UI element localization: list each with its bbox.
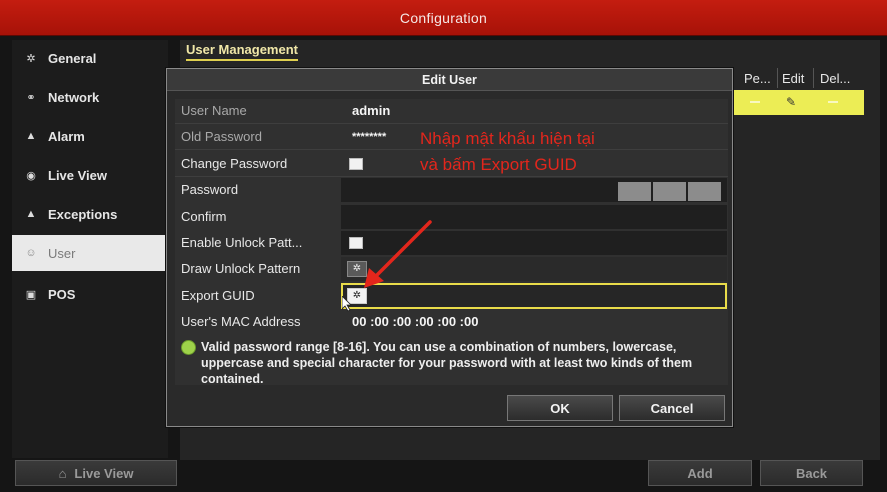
annotation-line-1: Nhập mật khẩu hiện tại xyxy=(420,129,595,148)
sidebar-item-label: Alarm xyxy=(48,128,85,144)
user-icon: ☺ xyxy=(25,247,37,259)
edit-user-dialog: Edit User User Name admin Old Password *… xyxy=(166,68,733,427)
row-draw-unlock: Draw Unlock Pattern ✲ xyxy=(175,256,728,282)
column-divider xyxy=(777,68,778,88)
export-guid-highlight xyxy=(341,283,727,309)
alarm-icon: ▲ xyxy=(25,130,37,142)
enable-unlock-checkbox[interactable] xyxy=(349,237,363,249)
mouse-cursor-icon xyxy=(342,296,352,312)
user-name-value: admin xyxy=(352,103,391,118)
sidebar-item-live-view[interactable]: ◉ Live View xyxy=(12,157,168,193)
sidebar-item-label: Network xyxy=(48,89,100,105)
strength-bar-medium xyxy=(653,182,686,201)
live-view-button-label: Live View xyxy=(74,465,134,481)
row-confirm: Confirm xyxy=(175,204,728,230)
row-mac-address: User's MAC Address 00 :00 :00 :00 :00 :0… xyxy=(175,309,728,335)
home-icon: ⌂ xyxy=(58,465,67,481)
column-header-delete: Del... xyxy=(820,71,851,86)
eye-icon: ◉ xyxy=(26,169,36,182)
draw-unlock-label: Draw Unlock Pattern xyxy=(181,261,301,276)
mac-address-label: User's MAC Address xyxy=(181,314,301,329)
delete-placeholder xyxy=(828,101,838,103)
user-name-label: User Name xyxy=(181,103,247,118)
password-hint: Valid password range [8-16]. You can use… xyxy=(181,339,721,387)
column-header-permission: Pe... xyxy=(744,71,771,86)
confirm-input[interactable] xyxy=(341,205,727,229)
export-guid-label: Export GUID xyxy=(181,288,255,303)
live-view-button[interactable]: ⌂ Live View xyxy=(15,460,177,486)
row-password: Password xyxy=(175,177,728,203)
table-row[interactable]: ✎ xyxy=(728,90,864,115)
ok-button[interactable]: OK xyxy=(507,395,613,421)
sidebar: ✲ General ⚭ Network ▲ Alarm ◉ Live View … xyxy=(12,40,168,458)
cancel-button[interactable]: Cancel xyxy=(619,395,725,421)
sidebar-item-label: User xyxy=(48,245,76,261)
pos-icon: ▣ xyxy=(25,288,37,301)
sidebar-item-label: General xyxy=(48,50,97,66)
confirm-label: Confirm xyxy=(181,209,227,224)
password-label: Password xyxy=(181,182,239,197)
sidebar-item-label: POS xyxy=(48,286,76,302)
sidebar-item-pos[interactable]: ▣ POS xyxy=(12,276,168,312)
annotation-text: Nhập mật khẩu hiện tại và bấm Export GUI… xyxy=(420,126,595,178)
warning-icon: ▲ xyxy=(25,208,37,220)
window-titlebar: Configuration xyxy=(0,0,887,36)
row-user-name: User Name admin xyxy=(175,98,728,124)
row-enable-unlock: Enable Unlock Patt... xyxy=(175,230,728,256)
edit-icon[interactable]: ✎ xyxy=(786,95,796,109)
enable-unlock-label: Enable Unlock Patt... xyxy=(181,235,303,250)
sidebar-item-exceptions[interactable]: ▲ Exceptions xyxy=(12,196,168,232)
sidebar-item-alarm[interactable]: ▲ Alarm xyxy=(12,118,168,154)
sidebar-item-label: Live View xyxy=(48,167,108,183)
draw-pattern-button[interactable]: ✲ xyxy=(347,261,367,277)
permission-placeholder xyxy=(750,101,760,103)
enable-unlock-field xyxy=(341,231,727,255)
password-hint-text: Valid password range [8-16]. You can use… xyxy=(201,340,693,386)
change-password-label: Change Password xyxy=(181,156,288,171)
mac-address-input[interactable]: 00 :00 :00 :00 :00 :00 xyxy=(347,309,727,335)
gear-icon: ✲ xyxy=(26,52,36,65)
network-icon: ⚭ xyxy=(26,91,36,104)
change-password-checkbox[interactable] xyxy=(349,158,363,170)
old-password-label: Old Password xyxy=(181,129,262,144)
sidebar-item-general[interactable]: ✲ General xyxy=(12,40,168,76)
column-divider xyxy=(813,68,814,88)
window-title: Configuration xyxy=(399,10,488,26)
draw-unlock-field xyxy=(341,257,727,281)
add-button[interactable]: Add xyxy=(648,460,752,486)
info-icon xyxy=(181,340,196,355)
row-export-guid: Export GUID ✲ xyxy=(175,283,728,309)
dialog-title: Edit User xyxy=(167,69,732,91)
sidebar-item-user[interactable]: ☺ User xyxy=(12,235,168,271)
column-header-edit: Edit xyxy=(782,71,805,86)
strength-bar-strong xyxy=(688,182,721,201)
sidebar-item-network[interactable]: ⚭ Network xyxy=(12,79,168,115)
strength-bar-weak xyxy=(618,182,651,201)
tab-user-management[interactable]: User Management xyxy=(186,42,298,61)
back-button[interactable]: Back xyxy=(760,460,863,486)
sidebar-item-label: Exceptions xyxy=(48,206,118,222)
annotation-line-2: và bấm Export GUID xyxy=(420,155,577,174)
